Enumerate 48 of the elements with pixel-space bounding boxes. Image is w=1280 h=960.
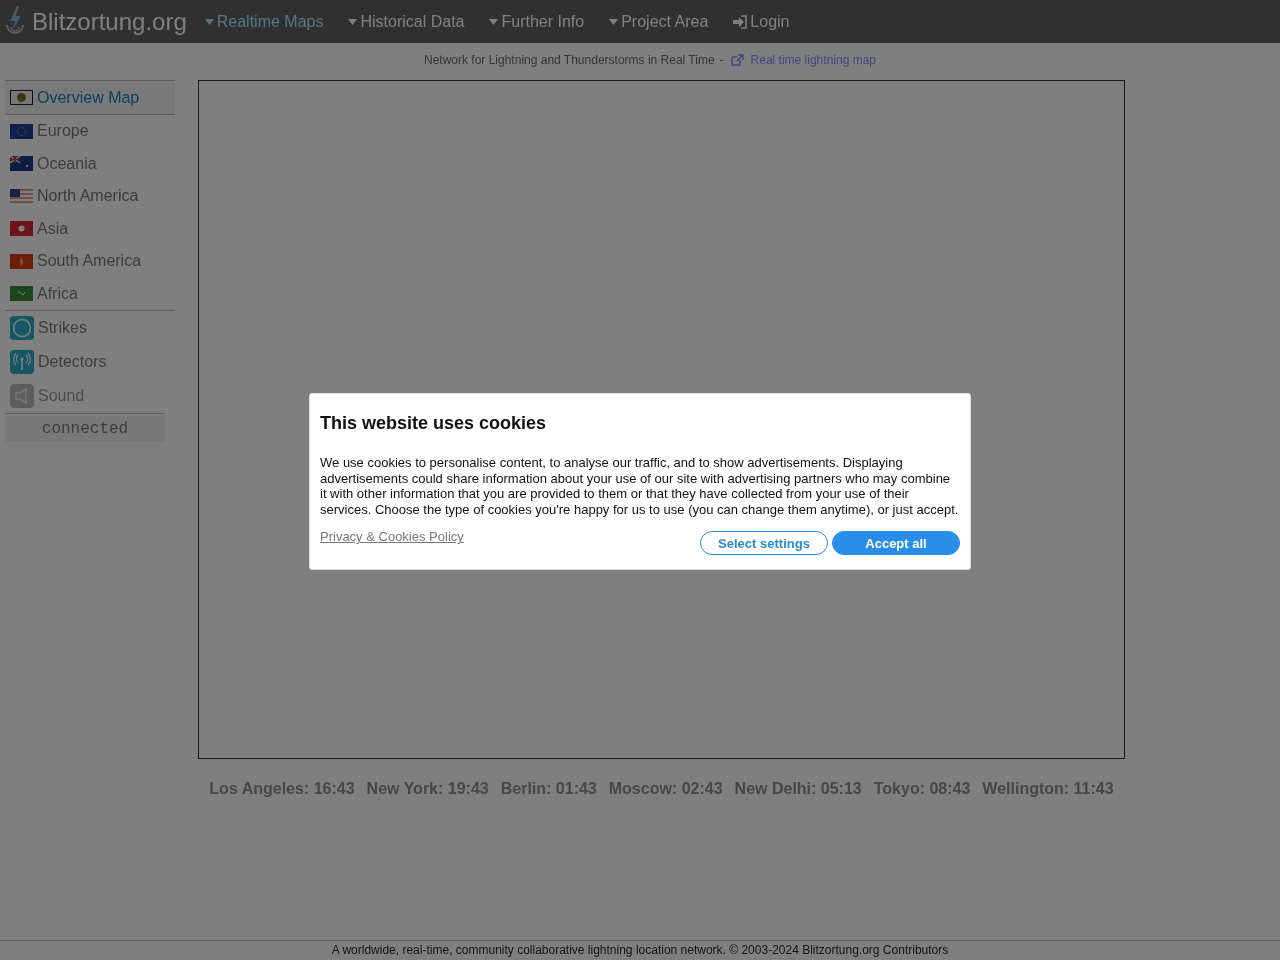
- external-link-icon: [730, 54, 744, 66]
- city-time: Tokyo: 08:43: [873, 780, 971, 798]
- nav-menu-item[interactable]: Realtime Maps: [204, 12, 324, 31]
- settings-button[interactable]: Select settings: [700, 531, 828, 556]
- region-menu-item[interactable]: Asia: [5, 212, 175, 245]
- nav-menu-item[interactable]: Historical Data: [348, 12, 465, 31]
- nav-menu-item[interactable]: Further Info: [489, 12, 585, 31]
- layer-toggle[interactable]: Strikes: [5, 311, 165, 345]
- site-logo[interactable]: Blitzortung.org: [4, 4, 187, 39]
- login-icon: [733, 14, 748, 29]
- city-time: New York: 19:43: [366, 780, 489, 798]
- nav-menu-item[interactable]: Project Area: [609, 12, 709, 31]
- antenna-icon: [10, 350, 34, 374]
- footer-text: A worldwide, real-time, community collaborative lightning location network. © 2003-2024 Blitzortung.org Contributors: [0, 940, 1280, 960]
- flag-icon: [10, 286, 33, 302]
- flag-icon: [10, 156, 33, 172]
- circle-icon: [10, 316, 34, 340]
- region-menu-item[interactable]: South America: [5, 245, 175, 278]
- flag-icon: [10, 123, 33, 139]
- dialog-text: We use cookies to personalise content, to analyse our traffic, and to show advertisements. Displaying advertisements could share information about your use of our site with advertising partners who may combine it with other information that you are provided to them or that they have collected from your use of their services. Choose the type of cookies you're happy for us to use (you can change them anytime), or just accept.: [320, 455, 960, 518]
- caret-icon: [204, 18, 214, 25]
- region-menu-item[interactable]: North America: [5, 180, 175, 213]
- caret-icon: [489, 18, 499, 25]
- separator-text: -: [719, 53, 724, 67]
- flag-icon: [10, 221, 33, 237]
- layer-toggle[interactable]: Detectors: [5, 345, 165, 379]
- flag-icon: [10, 90, 33, 105]
- dialog-title: This website uses cookies: [320, 413, 548, 434]
- nav-menu-item[interactable]: Login: [733, 12, 790, 31]
- privacy-policy-link[interactable]: Privacy & Cookies Policy: [320, 529, 464, 545]
- region-menu-item[interactable]: Europe: [5, 115, 175, 148]
- flag-icon: [10, 188, 33, 204]
- city-time: Los Angeles: 16:43: [209, 780, 355, 798]
- connection-status: connected: [5, 416, 165, 442]
- speaker-icon: [10, 384, 34, 408]
- caret-icon: [348, 18, 358, 25]
- flag-icon: [10, 253, 33, 269]
- tagline: Network for Lightning and Thunderstorms in Real Time: [424, 53, 715, 67]
- region-menu-item[interactable]: Overview Map: [5, 81, 175, 115]
- city-time: Wellington: 11:43: [982, 780, 1114, 798]
- city-time: Moscow: 02:43: [608, 780, 723, 798]
- lightning-map-link[interactable]: Real time lightning map: [750, 53, 876, 67]
- caret-icon: [609, 18, 619, 25]
- region-menu-item[interactable]: Africa: [5, 277, 175, 310]
- accept-button[interactable]: Accept all: [832, 531, 960, 556]
- city-time: New Delhi: 05:13: [734, 780, 862, 798]
- city-time: Berlin: 01:43: [500, 780, 597, 798]
- region-menu-item[interactable]: Oceania: [5, 147, 175, 180]
